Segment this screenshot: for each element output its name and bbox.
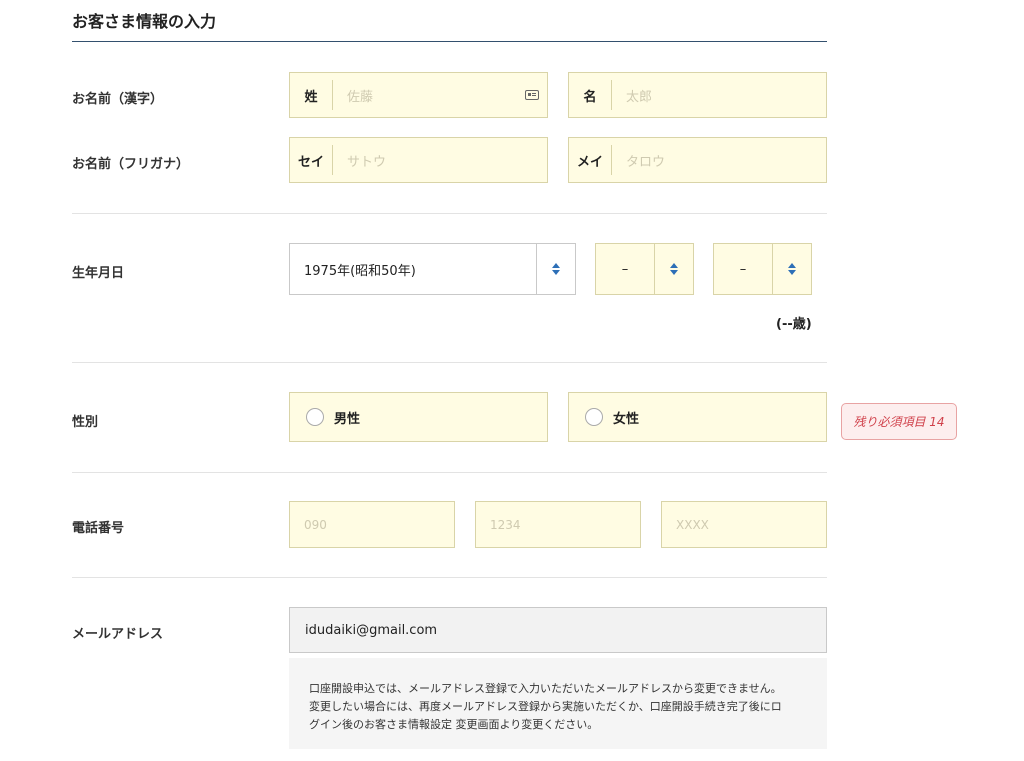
name-kanji-label: お名前（漢字）: [72, 92, 164, 107]
last-name-kana-field[interactable]: セイ サトウ: [289, 137, 548, 183]
first-name-prefix: 名: [569, 80, 612, 110]
page-title: お客さま情報の入力: [72, 12, 217, 31]
last-name-kana-input[interactable]: サトウ: [333, 151, 547, 170]
gender-option-female[interactable]: 女性: [568, 392, 827, 442]
required-remaining-badge: 残り必須項目 14: [841, 403, 957, 440]
last-name-kanji-field[interactable]: 姓 佐藤: [289, 72, 548, 118]
last-name-kana-prefix: セイ: [290, 145, 333, 175]
updown-arrows-icon: [536, 244, 575, 294]
gender-option-male[interactable]: 男性: [289, 392, 548, 442]
first-name-kanji-field[interactable]: 名 太郎: [568, 72, 827, 118]
email-label: メールアドレス: [72, 627, 164, 642]
contact-card-icon[interactable]: [525, 90, 539, 100]
last-name-prefix: 姓: [290, 80, 333, 110]
birth-day-select[interactable]: –: [713, 243, 812, 295]
email-note-line: 変更したい場合には、再度メールアドレス登録から実施いただくか、口座開設手続き完了…: [309, 700, 782, 713]
birth-year-value: 1975年(昭和50年): [304, 263, 416, 279]
birth-month-select[interactable]: –: [595, 243, 694, 295]
gender-option-label: 女性: [613, 411, 640, 427]
divider: [72, 362, 827, 363]
last-name-kanji-input[interactable]: 佐藤: [333, 86, 525, 105]
divider: [72, 213, 827, 214]
updown-arrows-icon: [654, 244, 693, 294]
first-name-kana-prefix: メイ: [569, 145, 612, 175]
gender-option-label: 男性: [334, 411, 361, 427]
radio-button[interactable]: [306, 408, 324, 426]
birthdate-label: 生年月日: [72, 266, 125, 281]
age-display: (--歳): [776, 317, 812, 332]
email-note-line: 口座開設申込では、メールアドレス登録で入力いただいたメールアドレスから変更できま…: [309, 682, 782, 695]
birth-month-value: –: [621, 261, 629, 277]
email-field: idudaiki@gmail.com: [289, 607, 827, 653]
first-name-kanji-input[interactable]: 太郎: [612, 86, 826, 105]
updown-arrows-icon: [772, 244, 811, 294]
first-name-kana-field[interactable]: メイ タロウ: [568, 137, 827, 183]
phone-field-1[interactable]: 090: [289, 501, 455, 548]
phone-label: 電話番号: [72, 521, 125, 536]
title-underline: [72, 41, 827, 42]
name-kana-label: お名前（フリガナ）: [72, 157, 190, 172]
gender-label: 性別: [72, 415, 99, 430]
radio-button[interactable]: [585, 408, 603, 426]
email-note: 口座開設申込では、メールアドレス登録で入力いただいたメールアドレスから変更できま…: [289, 658, 827, 749]
phone-field-2[interactable]: 1234: [475, 501, 641, 548]
phone-field-3[interactable]: XXXX: [661, 501, 827, 548]
divider: [72, 577, 827, 578]
divider: [72, 472, 827, 473]
email-note-line: グイン後のお客さま情報設定 変更画面より変更ください。: [309, 718, 599, 731]
first-name-kana-input[interactable]: タロウ: [612, 151, 826, 170]
birth-year-select[interactable]: 1975年(昭和50年): [289, 243, 576, 295]
birth-day-value: –: [739, 261, 747, 277]
